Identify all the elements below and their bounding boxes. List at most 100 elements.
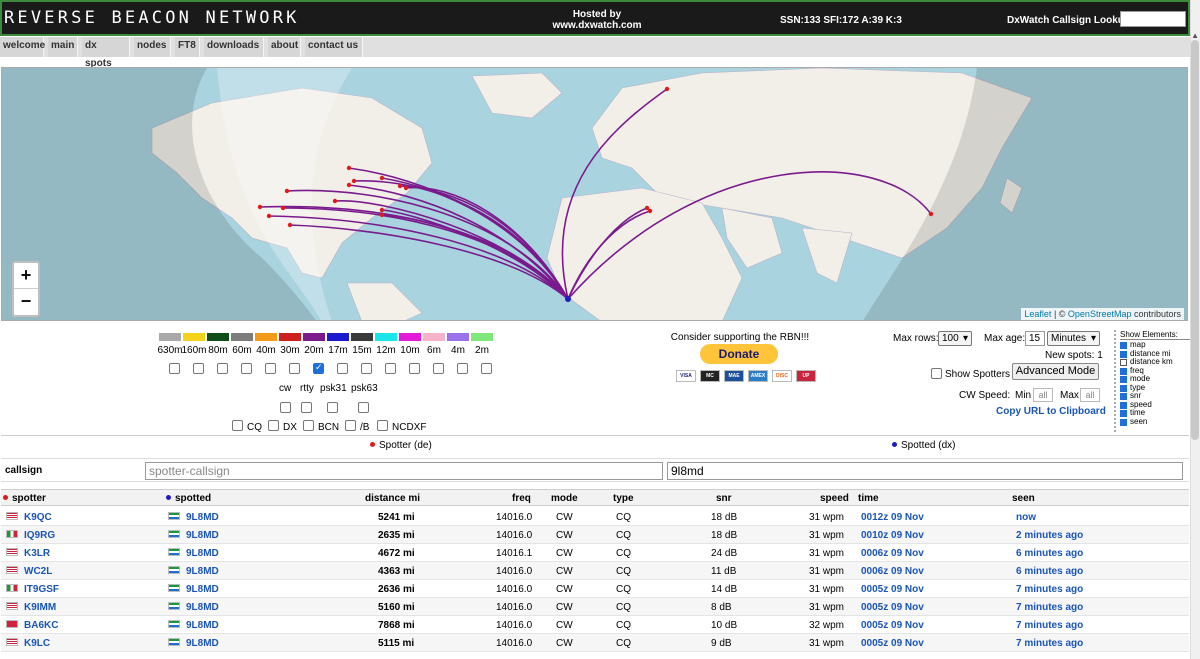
time-cell[interactable]: 0005z 09 Nov: [861, 602, 924, 613]
show-element-checkbox[interactable]: [1120, 367, 1127, 375]
show-element-checkbox[interactable]: [1120, 418, 1127, 426]
osm-link[interactable]: OpenStreetMap: [1068, 309, 1132, 319]
time-cell[interactable]: 0005z 09 Nov: [861, 584, 924, 595]
advanced-mode-button[interactable]: Advanced Mode: [1012, 363, 1099, 380]
band-checkbox[interactable]: [361, 363, 372, 374]
band-checkbox[interactable]: [313, 362, 324, 374]
max-age-input[interactable]: 15: [1025, 331, 1045, 346]
copy-url-link[interactable]: Copy URL to Clipboard: [996, 406, 1106, 417]
column-seen[interactable]: seen: [1012, 493, 1035, 504]
nav-ft8[interactable]: FT8: [175, 37, 200, 57]
spotter-callsign[interactable]: K9IMM: [24, 602, 56, 613]
show-element-option[interactable]: seen: [1120, 417, 1190, 427]
seen-cell[interactable]: 7 minutes ago: [1016, 620, 1083, 631]
nav-dx-spots[interactable]: dx spots: [82, 37, 130, 69]
band-checkbox[interactable]: [481, 363, 492, 374]
band-checkbox[interactable]: [265, 363, 276, 374]
spotter-callsign[interactable]: IT9GSF: [24, 584, 59, 595]
band-checkbox[interactable]: [193, 363, 204, 374]
show-element-checkbox[interactable]: [1120, 350, 1127, 358]
band-checkbox[interactable]: [241, 363, 252, 374]
nav-welcome[interactable]: welcome: [0, 37, 45, 57]
show-element-checkbox[interactable]: [1120, 410, 1127, 417]
spotter-callsign[interactable]: BA6KC: [24, 620, 58, 631]
spotted-callsign-input[interactable]: 9l8md: [667, 462, 1183, 480]
page-scrollbar[interactable]: ▲: [1190, 0, 1200, 659]
seen-cell[interactable]: 7 minutes ago: [1016, 602, 1083, 613]
show-element-checkbox[interactable]: [1120, 342, 1127, 349]
hosted-by[interactable]: Hosted by www.dxwatch.com: [547, 9, 647, 31]
type-checkbox[interactable]: [303, 420, 314, 431]
spot-map[interactable]: + − Leaflet | © OpenStreetMap contributo…: [1, 67, 1188, 321]
column-spotter[interactable]: spotter: [3, 493, 46, 504]
spotted-callsign[interactable]: 9L8MD: [186, 512, 219, 523]
seen-cell[interactable]: 2 minutes ago: [1016, 530, 1083, 541]
show-element-checkbox[interactable]: [1120, 376, 1127, 383]
spotter-callsign[interactable]: K3LR: [24, 548, 50, 559]
seen-cell[interactable]: 6 minutes ago: [1016, 566, 1083, 577]
spotted-callsign[interactable]: 9L8MD: [186, 638, 219, 649]
column-mode[interactable]: mode: [551, 493, 578, 504]
column-freq[interactable]: freq: [512, 493, 531, 504]
spotted-callsign[interactable]: 9L8MD: [186, 530, 219, 541]
table-row[interactable]: K3LR 9L8MD 4672 mi 14016.1 CW CQ 24 dB 31 wpm 00…: [1, 544, 1189, 562]
time-cell[interactable]: 0005z 09 Nov: [861, 620, 924, 631]
table-row[interactable]: K9QC 9L8MD 5241 mi 14016.0 CW CQ 18 dB 31 wpm 00…: [1, 508, 1189, 526]
table-row[interactable]: IT9GSF 9L8MD 2636 mi 14016.0 CW CQ 14 dB 31 wpm…: [1, 580, 1189, 598]
show-element-checkbox[interactable]: [1120, 384, 1127, 392]
show-spotters-checkbox[interactable]: [931, 368, 942, 379]
band-checkbox[interactable]: [385, 363, 396, 374]
time-cell[interactable]: 0006z 09 Nov: [861, 566, 924, 577]
scroll-thumb[interactable]: [1191, 40, 1199, 440]
band-checkbox[interactable]: [433, 363, 444, 374]
nav-about[interactable]: about: [268, 37, 301, 57]
mode-checkbox[interactable]: [327, 402, 338, 413]
type-checkbox[interactable]: [232, 420, 243, 431]
time-cell[interactable]: 0010z 09 Nov: [861, 530, 924, 541]
scroll-up-icon[interactable]: ▲: [1191, 31, 1199, 40]
table-row[interactable]: IQ9RG 9L8MD 2635 mi 14016.0 CW CQ 18 dB 31 wpm 0…: [1, 526, 1189, 544]
band-checkbox[interactable]: [409, 363, 420, 374]
nav-main[interactable]: main: [48, 37, 78, 57]
hosted-by-link[interactable]: www.dxwatch.com: [547, 20, 647, 31]
zoom-in-button[interactable]: +: [14, 263, 38, 289]
mode-checkbox[interactable]: [280, 402, 291, 413]
mode-checkbox[interactable]: [301, 402, 312, 413]
band-checkbox[interactable]: [457, 363, 468, 374]
show-element-checkbox[interactable]: [1120, 401, 1127, 409]
spotter-callsign[interactable]: WC2L: [24, 566, 52, 577]
table-row[interactable]: WC2L 9L8MD 4363 mi 14016.0 CW CQ 11 dB 31 wpm 00…: [1, 562, 1189, 580]
callsign-lookup-input[interactable]: [1120, 11, 1186, 27]
show-element-checkbox[interactable]: [1120, 359, 1127, 366]
max-rows-select[interactable]: 100: [938, 331, 972, 346]
seen-cell[interactable]: 7 minutes ago: [1016, 638, 1083, 649]
nav-downloads[interactable]: downloads: [204, 37, 264, 57]
table-row[interactable]: BA6KC 9L8MD 7868 mi 14016.0 CW CQ 10 dB 32 wpm 0…: [1, 616, 1189, 634]
band-checkbox[interactable]: [217, 363, 228, 374]
time-cell[interactable]: 0005z 09 Nov: [861, 638, 924, 649]
nav-contact-us[interactable]: contact us: [305, 37, 363, 57]
spotted-callsign[interactable]: 9L8MD: [186, 620, 219, 631]
show-element-checkbox[interactable]: [1120, 393, 1127, 400]
cw-speed-min-input[interactable]: all: [1033, 388, 1053, 402]
seen-cell[interactable]: 6 minutes ago: [1016, 548, 1083, 559]
nav-nodes[interactable]: nodes: [134, 37, 171, 57]
table-row[interactable]: K9IMM 9L8MD 5160 mi 14016.0 CW CQ 8 dB 31 wpm 00…: [1, 598, 1189, 616]
spotted-callsign[interactable]: 9L8MD: [186, 602, 219, 613]
cw-speed-max-input[interactable]: all: [1080, 388, 1100, 402]
column-snr[interactable]: snr: [716, 493, 732, 504]
column-spotted[interactable]: spotted: [166, 493, 211, 504]
time-cell[interactable]: 0012z 09 Nov: [861, 512, 924, 523]
zoom-out-button[interactable]: −: [14, 289, 38, 315]
spotted-callsign[interactable]: 9L8MD: [186, 566, 219, 577]
max-age-unit-select[interactable]: Minutes: [1047, 331, 1100, 346]
band-checkbox[interactable]: [337, 363, 348, 374]
spotted-callsign[interactable]: 9L8MD: [186, 548, 219, 559]
spotter-callsign-input[interactable]: spotter-callsign: [145, 462, 663, 480]
seen-cell[interactable]: 7 minutes ago: [1016, 584, 1083, 595]
band-checkbox[interactable]: [289, 363, 300, 374]
mode-checkbox[interactable]: [358, 402, 369, 413]
type-checkbox[interactable]: [345, 420, 356, 431]
column-speed[interactable]: speed: [820, 493, 849, 504]
time-cell[interactable]: 0006z 09 Nov: [861, 548, 924, 559]
